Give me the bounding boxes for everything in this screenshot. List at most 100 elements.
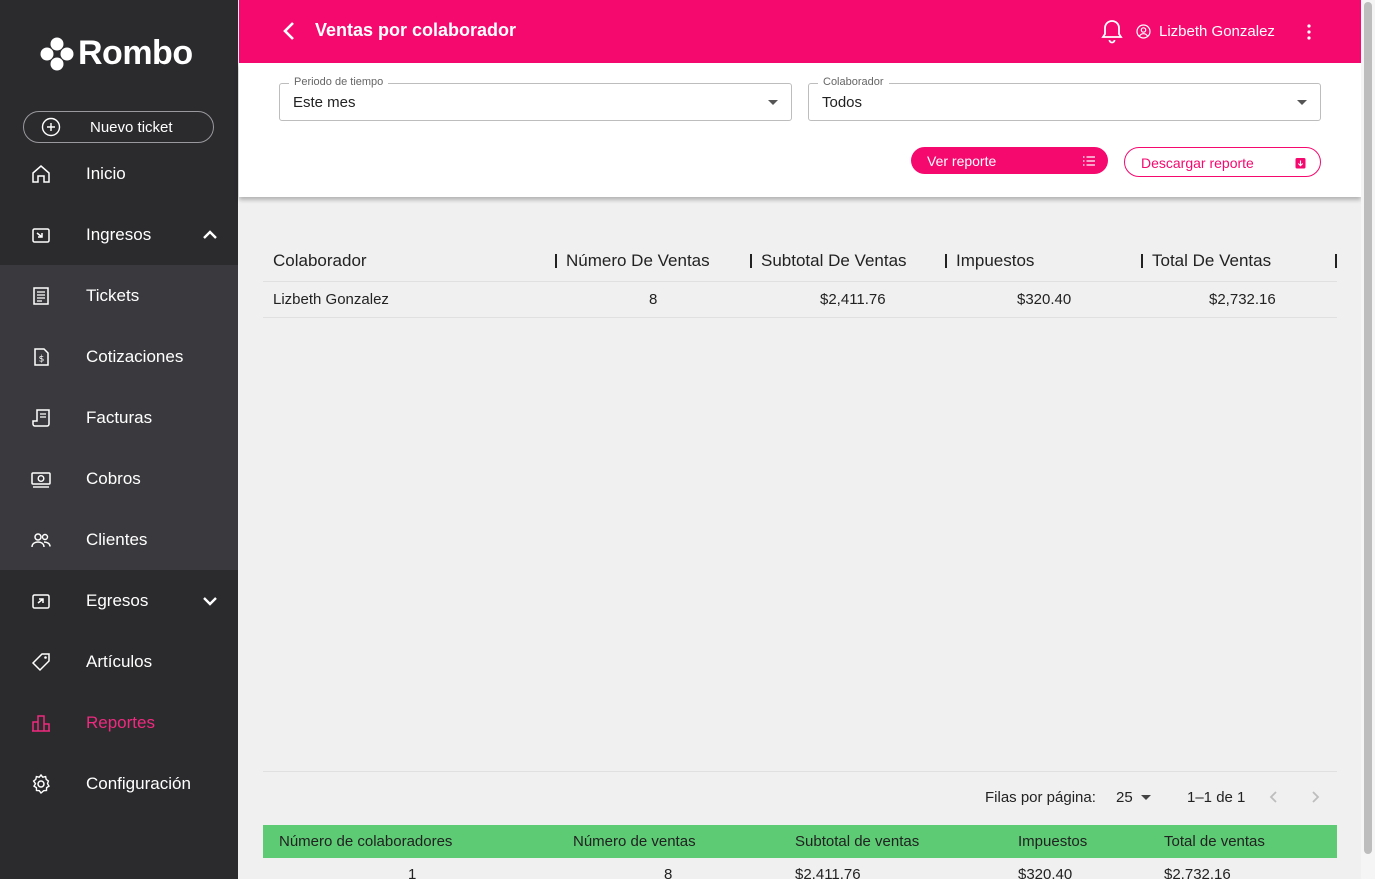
page-title: Ventas por colaborador (315, 20, 517, 40)
cell-total: $2,732.16 (1209, 291, 1276, 308)
collaborator-select[interactable]: Colaborador Todos (808, 76, 1321, 121)
cell-subtotal: $2,411.76 (820, 291, 886, 308)
logo-text: Rombo (78, 34, 193, 72)
svg-text:$: $ (39, 354, 45, 364)
dropdown-arrow-icon (1140, 795, 1151, 800)
home-icon (32, 164, 50, 183)
summary-value-ventas: 8 (664, 866, 673, 879)
sidebar-item-articulos[interactable]: Artículos (0, 631, 238, 692)
sidebar-item-egresos[interactable]: Egresos (0, 570, 238, 631)
column-separator[interactable] (750, 254, 752, 268)
sidebar-item-clientes[interactable]: Clientes (0, 509, 238, 570)
scrollbar[interactable] (1361, 0, 1375, 879)
sidebar-nav: Inicio Ingresos Tickets $ Cotizaciones F… (0, 143, 238, 814)
rows-per-page-select[interactable]: 25 (1116, 789, 1151, 806)
cell-impuestos: $320.40 (1017, 291, 1072, 308)
top-bar: Ventas por colaborador Lizbeth Gonzalez (239, 0, 1361, 63)
cell-colaborador: Lizbeth Gonzalez (273, 291, 389, 308)
sidebar-item-configuracion[interactable]: Configuración (0, 753, 238, 814)
logo[interactable]: Rombo (40, 34, 193, 73)
sidebar-item-label: Cobros (86, 468, 141, 488)
scrollbar-thumb[interactable] (1364, 2, 1372, 854)
user-circle-icon[interactable] (1136, 24, 1151, 39)
period-value: Este mes (293, 94, 356, 111)
new-ticket-label: Nuevo ticket (90, 118, 173, 136)
view-report-button[interactable]: Ver reporte (911, 147, 1108, 174)
sidebar-item-label: Inicio (86, 163, 126, 183)
column-header-impuestos[interactable]: Impuestos (956, 251, 1034, 271)
pagination-range: 1–1 de 1 (1187, 789, 1246, 806)
sidebar-item-cotizaciones[interactable]: $ Cotizaciones (0, 326, 238, 387)
collaborator-value: Todos (822, 94, 863, 111)
column-separator[interactable] (1335, 254, 1337, 268)
view-report-label: Ver reporte (927, 153, 997, 169)
people-icon (31, 532, 51, 547)
column-header-colaborador[interactable]: Colaborador (273, 251, 367, 271)
column-header-total[interactable]: Total De Ventas (1152, 251, 1271, 271)
sidebar-item-reportes[interactable]: Reportes (0, 692, 238, 753)
back-arrow-icon[interactable] (279, 20, 301, 42)
sidebar-item-label: Cotizaciones (86, 346, 184, 366)
user-name[interactable]: Lizbeth Gonzalez (1159, 23, 1275, 40)
table-header: Colaborador Número De Ventas Subtotal De… (263, 240, 1337, 282)
dropdown-arrow-icon (1297, 100, 1307, 105)
period-select[interactable]: Periodo de tiempo Este mes (279, 76, 792, 121)
expense-icon (32, 593, 50, 609)
summary-row: 1 8 $2,411.76 $320.40 $2,732.16 (263, 858, 1337, 879)
column-separator[interactable] (945, 254, 947, 268)
download-report-button[interactable]: Descargar reporte (1124, 147, 1321, 177)
download-report-label: Descargar reporte (1141, 155, 1254, 171)
summary-header-total: Total de ventas (1164, 833, 1265, 850)
sidebar: Rombo Nuevo ticket Inicio Ingresos Ticke… (0, 0, 238, 879)
chevron-down-icon[interactable] (201, 592, 219, 610)
sidebar-item-facturas[interactable]: Facturas (0, 387, 238, 448)
income-icon (32, 227, 50, 243)
chevron-right-icon[interactable] (1307, 789, 1323, 805)
summary-header: Número de colaboradores Número de ventas… (263, 825, 1337, 858)
invoice-icon (32, 408, 50, 427)
sidebar-item-tickets[interactable]: Tickets (0, 265, 238, 326)
receipt-icon (33, 286, 49, 305)
chevron-up-icon[interactable] (201, 226, 219, 244)
filters-panel: Periodo de tiempo Este mes Colaborador T… (239, 63, 1361, 197)
period-legend: Periodo de tiempo (289, 76, 389, 88)
divider (263, 771, 1337, 772)
summary-header-impuestos: Impuestos (1018, 833, 1088, 850)
dropdown-arrow-icon (768, 100, 778, 105)
column-separator[interactable] (1141, 254, 1143, 268)
list-icon (1083, 156, 1095, 166)
plus-circle-icon (41, 117, 61, 137)
bell-icon[interactable] (1100, 18, 1124, 44)
column-header-numero-ventas[interactable]: Número De Ventas (566, 251, 710, 271)
summary-header-colaboradores: Número de colaboradores (279, 833, 453, 850)
summary-header-ventas: Número de ventas (573, 833, 696, 850)
new-ticket-button[interactable]: Nuevo ticket (23, 111, 214, 143)
table-row[interactable]: Lizbeth Gonzalez 8 $2,411.76 $320.40 $2,… (263, 282, 1337, 318)
rows-per-page-value: 25 (1116, 789, 1133, 806)
sidebar-item-label: Configuración (86, 773, 191, 793)
sidebar-item-cobros[interactable]: Cobros (0, 448, 238, 509)
tag-icon (31, 652, 50, 671)
summary-value-total: $2,732.16 (1164, 866, 1231, 879)
sidebar-item-label: Ingresos (86, 224, 152, 244)
sidebar-item-ingresos[interactable]: Ingresos (0, 204, 238, 265)
sidebar-item-label: Egresos (86, 590, 149, 610)
quote-icon: $ (34, 347, 49, 366)
sidebar-item-label: Clientes (86, 529, 148, 549)
money-icon (31, 471, 51, 488)
sidebar-item-label: Reportes (86, 712, 155, 732)
rows-per-page-label: Filas por página: (985, 789, 1096, 806)
collaborator-legend: Colaborador (818, 76, 889, 88)
chevron-left-icon[interactable] (1266, 789, 1282, 805)
column-separator[interactable] (555, 254, 557, 268)
more-vert-icon[interactable] (1299, 22, 1319, 42)
download-icon (1295, 158, 1306, 169)
column-header-subtotal[interactable]: Subtotal De Ventas (761, 251, 907, 271)
sidebar-item-label: Tickets (86, 285, 140, 305)
sidebar-item-label: Artículos (86, 651, 153, 671)
sidebar-item-inicio[interactable]: Inicio (0, 143, 238, 204)
summary-value-colaboradores: 1 (408, 866, 417, 879)
rombo-logo-icon (40, 37, 74, 70)
summary-value-subtotal: $2,411.76 (795, 866, 861, 879)
cell-numero-ventas: 8 (649, 291, 658, 308)
